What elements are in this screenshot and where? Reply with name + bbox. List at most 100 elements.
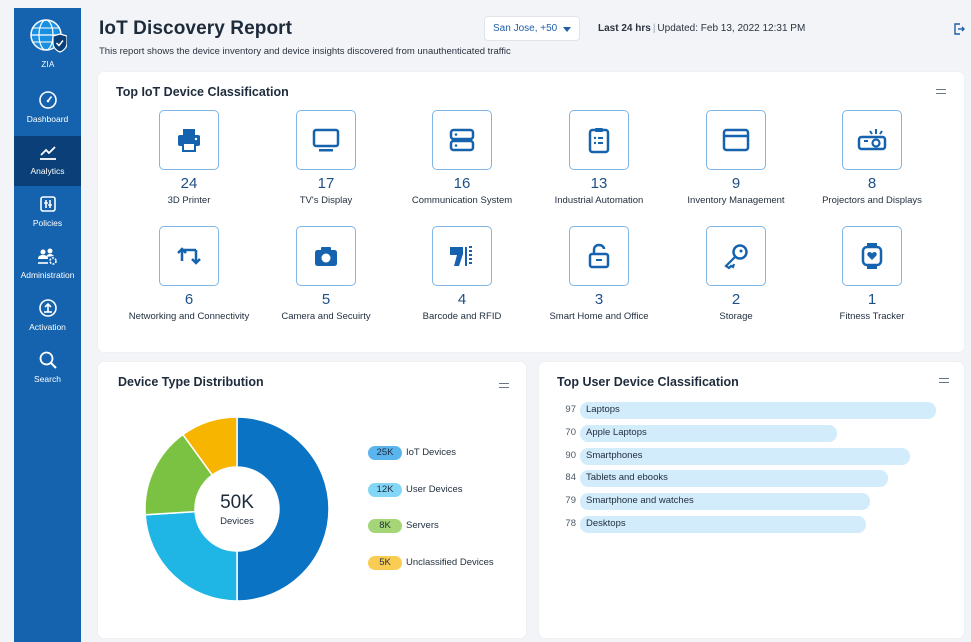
tile-smart-home-office[interactable]: 3 Smart Home and Office — [529, 226, 669, 322]
bar-fill — [580, 402, 936, 419]
nav-label: Analytics — [30, 166, 65, 176]
monitor-icon — [312, 128, 340, 152]
legend-value-pill: 5K — [368, 555, 402, 570]
tile-count: 3 — [594, 291, 604, 308]
tile-count: 16 — [453, 175, 471, 192]
globe-shield-icon — [29, 18, 68, 56]
page-title: IoT Discovery Report — [99, 18, 293, 39]
nav-label: Policies — [32, 218, 63, 228]
bar-value: 97 — [565, 404, 576, 415]
legend-label: IoT Devices — [406, 447, 456, 459]
legend-value-pill: 8K — [368, 518, 402, 533]
tile-networking-connectivity[interactable]: 6 Networking and Connectivity — [119, 226, 259, 322]
upload-icon — [38, 299, 57, 317]
line-chart-icon — [39, 146, 56, 160]
tile-label: Networking and Connectivity — [128, 311, 250, 322]
bar-label: Smartphones — [586, 450, 643, 461]
tile-count: 24 — [180, 175, 198, 192]
legend-item: 8K Servers — [368, 517, 439, 533]
tile-camera-security[interactable]: 5 Camera and Secuirty — [256, 226, 396, 322]
card-title: Device Type Distribution — [118, 375, 264, 389]
legend-label: Servers — [406, 520, 439, 532]
nav-policies[interactable]: Policies — [14, 188, 81, 238]
menu-icon[interactable] — [936, 89, 946, 94]
tile-count: 9 — [731, 175, 741, 192]
clipboard-icon — [588, 128, 610, 154]
donut-center-value: 50K — [220, 492, 254, 513]
nav-label: Activation — [29, 322, 66, 332]
donut-center-label: Devices — [220, 516, 254, 527]
network-arrows-icon — [177, 247, 201, 265]
page-subtitle: This report shows the device inventory a… — [99, 46, 511, 57]
unlock-icon — [588, 243, 610, 269]
tile-label: Inventory Management — [687, 195, 785, 206]
bar-value: 79 — [565, 495, 576, 506]
server-icon — [449, 128, 475, 152]
key-icon — [724, 244, 748, 270]
search-icon — [39, 351, 57, 369]
tile-tv-display[interactable]: 17 TV's Display — [256, 110, 396, 206]
tile-count: 5 — [321, 291, 331, 308]
sidebar: ZIA Dashboard Analytics Policies Adminis… — [14, 8, 81, 642]
updated-time: Updated: Feb 13, 2022 12:31 PM — [657, 23, 806, 34]
bar-label: Smartphone and watches — [586, 495, 694, 506]
logo-label: ZIA — [41, 60, 55, 69]
tile-projectors-displays[interactable]: 8 Projectors and Displays — [802, 110, 942, 206]
tile-count: 17 — [317, 175, 335, 192]
time-range: Last 24 hrs — [598, 23, 651, 34]
tile-label: Fitness Tracker — [839, 311, 905, 322]
tile-label: 3D Printer — [167, 195, 211, 206]
nav-analytics[interactable]: Analytics — [14, 136, 81, 186]
legend-value-pill: 25K — [368, 445, 402, 460]
barcode-scanner-icon — [450, 246, 472, 266]
tile-fitness-tracker[interactable]: 1 Fitness Tracker — [802, 226, 942, 322]
printer-icon — [178, 129, 200, 152]
bar-value: 78 — [565, 518, 576, 529]
logout-icon[interactable] — [953, 22, 965, 40]
tile-barcode-rfid[interactable]: 4 Barcode and RFID — [392, 226, 532, 322]
nav-administration[interactable]: Administration — [14, 240, 81, 290]
bar-label: Apple Laptops — [586, 427, 647, 438]
tile-count: 13 — [590, 175, 608, 192]
tile-label: Communication System — [411, 195, 513, 206]
legend-item: 25K IoT Devices — [368, 444, 456, 460]
tile-3d-printer[interactable]: 24 3D Printer — [119, 110, 259, 206]
tile-label: Projectors and Displays — [822, 195, 922, 206]
menu-icon[interactable] — [499, 383, 509, 388]
tile-count: 8 — [867, 175, 877, 192]
bar-label: Desktops — [586, 518, 626, 529]
nav-search[interactable]: Search — [14, 344, 81, 394]
legend-label: Unclassified Devices — [406, 557, 494, 569]
location-filter-dropdown[interactable]: San Jose, +50 — [484, 16, 580, 41]
tile-count: 2 — [731, 291, 741, 308]
tile-communication-system[interactable]: 16 Communication System — [392, 110, 532, 206]
report-timestamp: Last 24 hrs | Updated: Feb 13, 2022 12:31 … — [598, 23, 806, 34]
nav-label: Search — [34, 374, 61, 384]
legend-item: 5K Unclassified Devices — [368, 554, 494, 570]
zia-logo[interactable]: ZIA — [24, 16, 72, 78]
location-filter-value: San Jose, +50 — [493, 23, 558, 34]
nav-dashboard[interactable]: Dashboard — [14, 84, 81, 134]
menu-icon[interactable] — [939, 378, 949, 383]
speedometer-icon — [38, 91, 57, 109]
card-title: Top User Device Classification — [557, 375, 739, 389]
policy-icon — [39, 196, 56, 212]
nav-activation[interactable]: Activation — [14, 292, 81, 342]
window-icon — [722, 128, 750, 152]
legend-item: 12K User Devices — [368, 481, 463, 497]
tile-count: 1 — [867, 291, 877, 308]
tile-label: Industrial Automation — [554, 195, 644, 206]
projector-icon — [857, 129, 887, 151]
users-gear-icon — [37, 248, 57, 265]
legend-value-pill: 12K — [368, 482, 402, 497]
tile-label: Storage — [719, 311, 753, 322]
tile-industrial-automation[interactable]: 13 Industrial Automation — [529, 110, 669, 206]
tile-label: Barcode and RFID — [422, 311, 502, 322]
tile-storage[interactable]: 2 Storage — [666, 226, 806, 322]
caret-down-icon — [563, 27, 571, 32]
tile-count: 6 — [184, 291, 194, 308]
bar-label: Laptops — [586, 404, 620, 415]
tile-inventory-management[interactable]: 9 Inventory Management — [666, 110, 806, 206]
tile-label: Smart Home and Office — [549, 311, 649, 322]
tile-label: TV's Display — [299, 195, 353, 206]
